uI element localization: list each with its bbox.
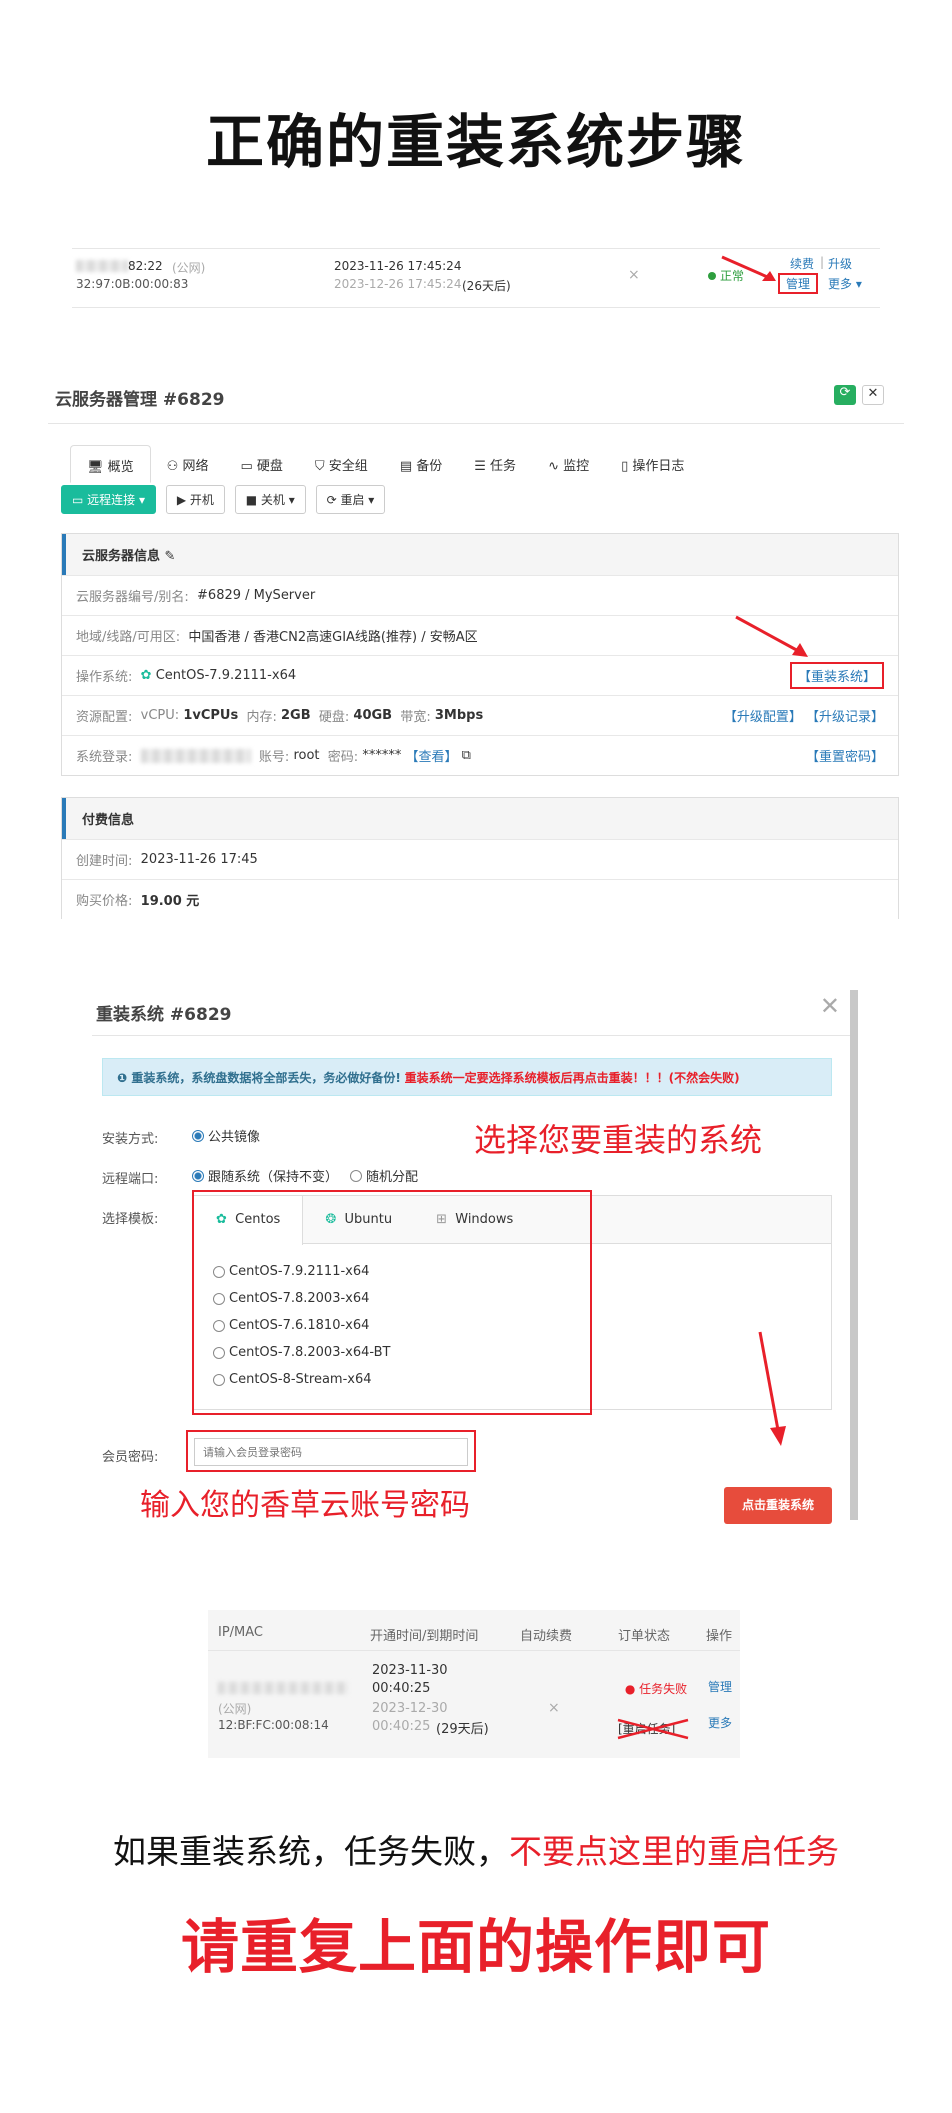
more-dropdown[interactable]: 更多	[708, 1714, 732, 1731]
reset-password-link[interactable]: 【重置密码】	[806, 746, 884, 765]
auto-renew-off: ×	[548, 1700, 560, 1716]
reinstall-submit-button[interactable]: 点击重装系统	[724, 1487, 832, 1524]
close-icon[interactable]: ✕	[862, 385, 884, 405]
expire-time: 2023-12-26 17:45:24	[334, 277, 462, 291]
upgrade-config-link[interactable]: 【升级配置】	[724, 710, 802, 725]
tab-overview[interactable]: 🖥 概览	[70, 445, 151, 483]
warning-notice: ❶ 重装系统，系统盘数据将全部丢失，务必做好备份! 重装系统一定要选择系统模板后…	[102, 1058, 832, 1096]
order-table: IP/MAC 开通时间/到期时间 自动续费 订单状态 操作 (公网) 12:BF…	[208, 1610, 740, 1758]
manage-tabs: 🖥 概览 ⚇ 网络 ▭ 硬盘 ⛉ 安全组 ▤ 备份 ☰ 任务 ∿ 监控 ▯ 操作…	[70, 445, 700, 483]
member-password-input[interactable]	[194, 1438, 468, 1466]
open-time: 2023-11-26 17:45:24	[334, 259, 462, 273]
row-id: 云服务器编号/别名: #6829 / MyServer	[62, 575, 898, 615]
port-random-radio[interactable]: 随机分配	[350, 1166, 418, 1185]
manage-panel: 云服务器管理 #6829 ⟳ ✕ 🖥 概览 ⚇ 网络 ▭ 硬盘 ⛉ 安全组 ▤ …	[48, 385, 904, 925]
member-password-label: 会员密码:	[102, 1450, 159, 1465]
ip-type: (公网)	[172, 261, 206, 275]
refresh-icon[interactable]: ⟳	[834, 385, 856, 405]
upgrade-log-link[interactable]: 【升级记录】	[806, 710, 884, 725]
manage-title: 云服务器管理 #6829	[55, 390, 225, 410]
tab-oplog[interactable]: ▯ 操作日志	[605, 445, 700, 483]
remain-days: (26天后)	[462, 279, 511, 293]
start-button[interactable]: ▶ 开机	[165, 485, 225, 514]
col-status: 订单状态	[618, 1629, 671, 1644]
reinstall-title: 重装系统 #6829	[96, 1005, 232, 1025]
open-time: 2023-11-30 00:40:25	[372, 1663, 448, 1696]
renew-link[interactable]: 续费	[790, 255, 814, 272]
copy-icon[interactable]: ⧉	[462, 748, 471, 763]
tab-network[interactable]: ⚇ 网络	[151, 445, 225, 483]
tab-tasks[interactable]: ☰ 任务	[458, 445, 532, 483]
manage-link[interactable]: 管理	[778, 273, 819, 294]
tab-security[interactable]: ⛉ 安全组	[299, 445, 384, 483]
remain-days: (29天后)	[436, 1722, 489, 1737]
template-label: 选择模板:	[102, 1212, 159, 1227]
row-created: 创建时间: 2023-11-26 17:45	[62, 839, 898, 879]
reinstall-dialog: 重装系统 #6829 ✕ ❶ 重装系统，系统盘数据将全部丢失，务必做好备份! 重…	[92, 990, 858, 1524]
col-actions: 操作	[706, 1629, 733, 1644]
ip-suffix: 82:22	[128, 259, 163, 273]
view-password-link[interactable]: 【查看】	[405, 746, 457, 765]
tab-backup[interactable]: ▤ 备份	[384, 445, 458, 483]
row-os: 操作系统: ✿ CentOS-7.9.2111-x64 【重装系统】	[62, 655, 898, 695]
row-login: 系统登录: 账号: root 密码: ****** 【查看】 ⧉ 【重置密码】	[62, 735, 898, 775]
red-arrow	[721, 255, 776, 281]
instruction-highlight: 请重复上面的操作即可	[180, 1913, 771, 1981]
instruction-line: 如果重装系统，任务失败，不要点这里的重启任务	[113, 1832, 839, 1871]
payment-title: 付费信息	[62, 798, 898, 839]
payment-panel: 付费信息 创建时间: 2023-11-26 17:45 购买价格: 19.00 …	[61, 797, 899, 919]
row-price: 购买价格: 19.00 元	[62, 879, 898, 919]
more-dropdown[interactable]: 更多 ▾	[828, 275, 862, 292]
col-auto-renew: 自动续费	[520, 1629, 573, 1644]
upgrade-link[interactable]: 升级	[828, 255, 852, 272]
auto-renew-off: ×	[628, 267, 640, 283]
ip-type: (公网)	[218, 1702, 252, 1716]
close-icon[interactable]: ✕	[820, 992, 840, 1020]
highlight-template	[192, 1190, 592, 1415]
port-label: 远程端口:	[102, 1172, 159, 1187]
red-arrow	[735, 615, 808, 657]
reboot-button[interactable]: ⟳ 重启 ▾	[315, 485, 386, 514]
failed-status: ● 任务失败	[624, 1682, 688, 1696]
blurred-ip	[218, 1682, 348, 1694]
annotation-enter-password: 输入您的香草云账号密码	[140, 1488, 470, 1523]
blurred-ip	[76, 260, 128, 272]
col-ip: IP/MAC	[218, 1625, 264, 1640]
cross-out-mark	[617, 1718, 689, 1740]
action-buttons: ▭ 远程连接 ▾ ▶ 开机 ■ 关机 ▾ ⟳ 重启 ▾	[61, 485, 391, 514]
tab-disk[interactable]: ▭ 硬盘	[224, 445, 298, 483]
server-info-title: 云服务器信息 ✎	[62, 534, 898, 575]
remote-connect-button[interactable]: ▭ 远程连接 ▾	[61, 485, 157, 514]
centos-icon: ✿	[140, 668, 152, 683]
page-title: 正确的重装系统步骤	[205, 108, 746, 176]
red-arrow	[758, 1331, 786, 1446]
col-time: 开通时间/到期时间	[370, 1629, 479, 1644]
annotation-select-system: 选择您要重装的系统	[474, 1121, 763, 1159]
port-follow-radio[interactable]: 跟随系统（保持不变）	[192, 1166, 338, 1185]
mac-address: 32:97:0B:00:00:83	[76, 277, 189, 291]
row-resources: 资源配置: vCPU: 1vCPUs 内存: 2GB 硬盘: 40GB 带宽: …	[62, 695, 898, 735]
server-list-row: 82:22 (公网) 32:97:0B:00:00:83 2023-11-26 …	[72, 248, 880, 308]
shutdown-button[interactable]: ■ 关机 ▾	[234, 485, 306, 514]
reinstall-link[interactable]: 【重装系统】	[789, 662, 884, 689]
mac-address: 12:BF:FC:00:08:14	[218, 1718, 329, 1732]
tab-monitor[interactable]: ∿ 监控	[532, 445, 605, 483]
manage-link[interactable]: 管理	[708, 1678, 732, 1695]
install-label: 安装方式:	[102, 1132, 159, 1147]
install-public-radio[interactable]: 公共镜像	[192, 1126, 260, 1145]
